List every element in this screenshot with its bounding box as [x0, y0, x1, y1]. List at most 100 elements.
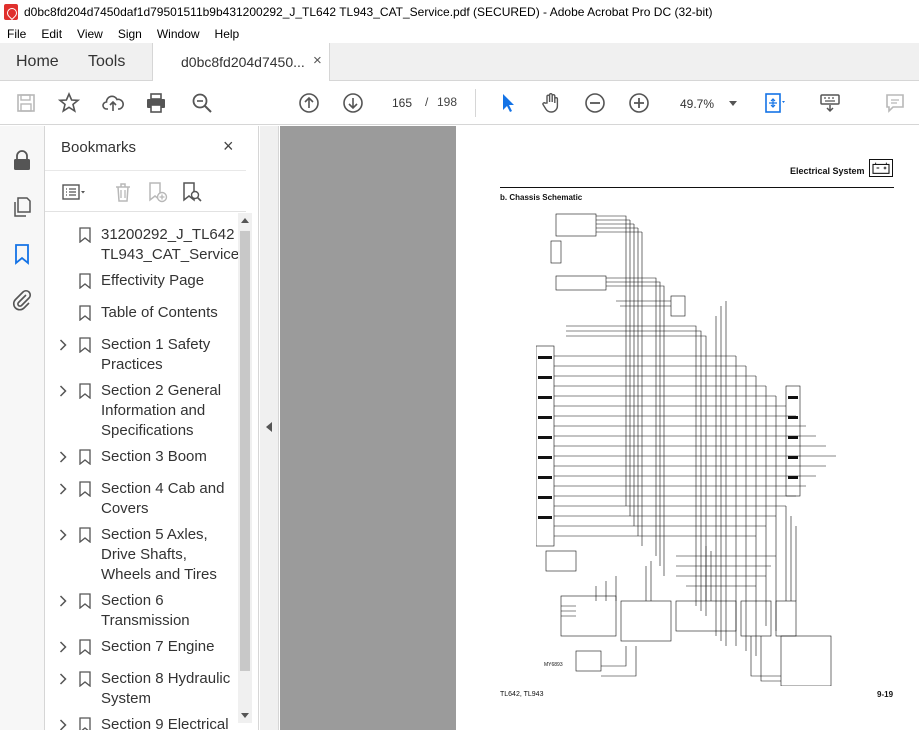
previous-page-icon[interactable]	[297, 91, 321, 115]
window-title: d0bc8fd204d7450daf1d79501511b9b431200292…	[24, 5, 713, 19]
chevron-left-icon	[266, 422, 272, 432]
star-icon[interactable]	[57, 91, 81, 115]
menu-sign[interactable]: Sign	[111, 27, 150, 41]
bookmark-flag-icon	[79, 527, 91, 544]
print-icon[interactable]	[144, 91, 168, 115]
chevron-right-icon[interactable]	[59, 718, 67, 730]
save-icon[interactable]	[14, 91, 38, 115]
section-subtitle: b. Chassis Schematic	[500, 193, 583, 202]
bookmark-flag-icon	[79, 383, 91, 400]
bookmarks-toolbar	[45, 170, 246, 212]
page-number-input[interactable]	[384, 92, 420, 114]
bookmark-label: Section 4 Cab and Covers	[101, 480, 225, 517]
bookmarks-list: 31200292_J_TL642 TL943_CAT_Service Effec…	[45, 213, 239, 730]
bookmarks-panel: Bookmarks × 31200292_J_TL642 TL943_CAT_S…	[45, 126, 259, 730]
bookmark-label: Section 9 Electrical	[101, 716, 229, 730]
scroll-down-icon[interactable]	[241, 713, 249, 718]
tab-home[interactable]: Home	[16, 53, 59, 71]
bookmark-label: Section 6 Transmission	[101, 592, 190, 629]
total-pages: 198	[437, 95, 458, 109]
bookmark-flag-icon	[79, 717, 91, 730]
zoom-dropdown[interactable]: 49.7%	[670, 91, 744, 115]
tab-document[interactable]: d0bc8fd204d7450... ×	[152, 43, 330, 81]
menu-edit[interactable]: Edit	[34, 27, 70, 41]
new-bookmark-icon[interactable]	[145, 180, 169, 204]
chevron-right-icon[interactable]	[59, 450, 67, 463]
menu-file[interactable]: File	[0, 27, 34, 41]
bookmark-flag-icon	[79, 639, 91, 656]
title-bar: d0bc8fd204d7450daf1d79501511b9b431200292…	[0, 0, 919, 24]
zoom-out-icon[interactable]	[583, 91, 607, 115]
chevron-right-icon[interactable]	[59, 482, 67, 495]
upload-cloud-icon[interactable]	[101, 91, 125, 115]
menu-view[interactable]: View	[70, 27, 111, 41]
bookmark-flag-icon	[79, 273, 91, 290]
bookmark-flag-icon	[79, 671, 91, 688]
chevron-right-icon[interactable]	[59, 384, 67, 397]
chevron-right-icon[interactable]	[59, 672, 67, 685]
next-page-icon[interactable]	[341, 91, 365, 115]
zoom-value: 49.7%	[680, 97, 715, 111]
select-cursor-icon[interactable]	[496, 91, 520, 115]
lock-icon[interactable]	[10, 148, 34, 172]
figure-id: MY6893	[544, 662, 563, 668]
bookmark-label: Section 5 Axles, Drive Shafts, Wheels an…	[101, 526, 217, 583]
bookmark-label: Section 8 Hydraulic System	[101, 670, 231, 707]
comment-icon[interactable]	[883, 91, 907, 115]
bookmark-flag-icon	[79, 449, 91, 466]
battery-icon	[869, 159, 893, 177]
left-rail	[0, 126, 45, 730]
delete-bookmark-icon[interactable]	[111, 180, 135, 204]
bookmark-label: 31200292_J_TL642 TL943_CAT_Service	[101, 226, 239, 263]
zoom-search-icon[interactable]	[190, 91, 214, 115]
close-tab-icon[interactable]: ×	[313, 52, 322, 69]
chevron-right-icon[interactable]	[59, 528, 67, 541]
scroll-up-icon[interactable]	[241, 218, 249, 223]
toolbar-divider	[475, 89, 476, 117]
scrollbar-thumb[interactable]	[240, 231, 250, 671]
bookmark-label: Section 7 Engine	[101, 638, 215, 655]
bookmark-label: Effectivity Page	[101, 272, 205, 289]
menu-window[interactable]: Window	[150, 27, 208, 41]
document-viewport[interactable]: Electrical System b. Chassis Schematic M…	[280, 126, 919, 730]
tab-bar: Home Tools d0bc8fd204d7450... ×	[0, 43, 919, 81]
pdf-page: Electrical System b. Chassis Schematic M…	[456, 126, 919, 730]
close-panel-icon[interactable]: ×	[223, 136, 234, 157]
page-header-title: Electrical System	[790, 166, 865, 176]
chevron-right-icon[interactable]	[59, 640, 67, 653]
acrobat-logo-icon	[4, 4, 18, 20]
bookmark-label: Section 1 Safety Practices	[101, 336, 211, 373]
bookmark-flag-icon	[79, 227, 91, 244]
chevron-right-icon[interactable]	[59, 338, 67, 351]
tab-tools[interactable]: Tools	[88, 53, 125, 71]
bookmark-flag-icon	[79, 481, 91, 498]
chevron-right-icon[interactable]	[59, 594, 67, 607]
menu-help[interactable]: Help	[208, 27, 248, 41]
bookmark-label: Table of Contents	[101, 304, 218, 321]
menu-bar: File Edit View Sign Window Help	[0, 24, 919, 43]
page-separator: /	[425, 95, 429, 109]
find-bookmark-icon[interactable]	[179, 180, 203, 204]
document-tab-label: d0bc8fd204d7450...	[181, 54, 305, 70]
page-fit-icon[interactable]	[762, 91, 786, 115]
page-footer-number: 9-19	[877, 690, 894, 699]
bookmarks-panel-title: Bookmarks	[61, 139, 137, 156]
hand-tool-icon[interactable]	[539, 91, 563, 115]
bookmark-flag-icon	[79, 337, 91, 354]
bookmark-label: Section 3 Boom	[101, 448, 207, 465]
bookmark-icon[interactable]	[10, 242, 34, 266]
bookmark-label: Section 2 General Information and Specif…	[101, 382, 222, 439]
header-rule	[500, 187, 894, 188]
zoom-in-icon[interactable]	[627, 91, 651, 115]
keyboard-input-icon[interactable]	[818, 91, 842, 115]
attachment-icon[interactable]	[10, 288, 34, 312]
bookmark-options-icon[interactable]	[61, 180, 85, 204]
bookmark-flag-icon	[79, 593, 91, 610]
pages-thumbnail-icon[interactable]	[10, 195, 34, 219]
bookmarks-scrollbar[interactable]	[238, 213, 252, 723]
chevron-down-icon	[729, 101, 737, 106]
panel-collapse-handle[interactable]	[260, 126, 279, 730]
bookmark-flag-icon	[79, 305, 91, 322]
page-footer-model: TL642, TL943	[500, 691, 544, 698]
chassis-schematic-diagram	[536, 213, 836, 686]
